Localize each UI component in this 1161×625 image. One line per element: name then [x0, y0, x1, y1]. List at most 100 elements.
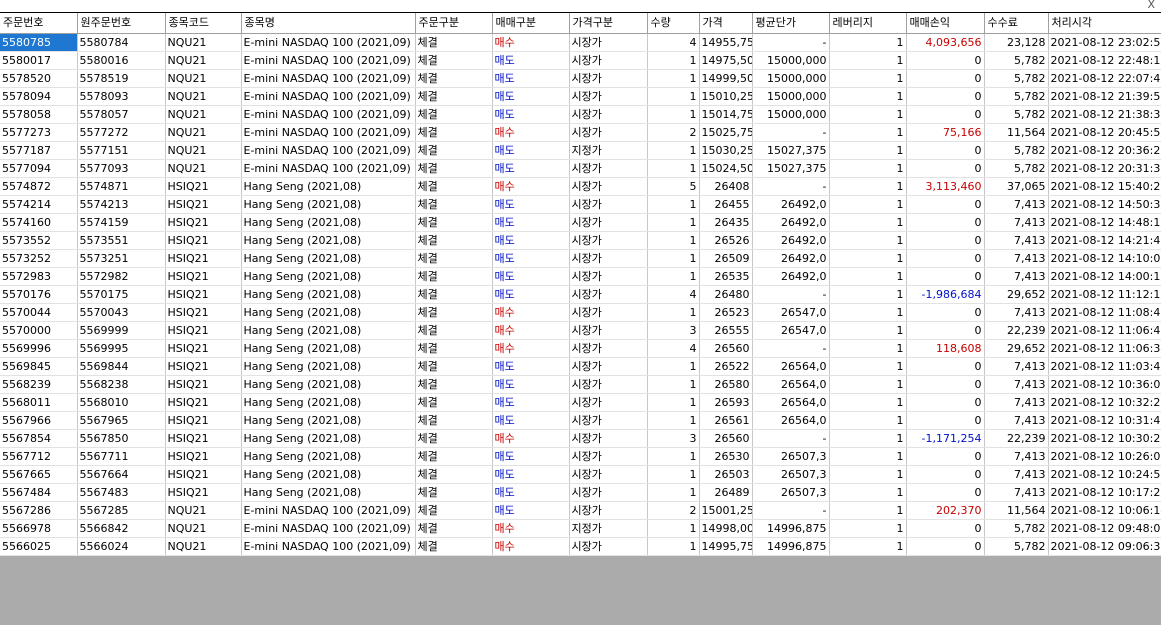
- cell-symbol-code: NQU21: [165, 501, 242, 520]
- cell-symbol-name: E-mini NASDAQ 100 (2021,09): [241, 159, 416, 178]
- table-row[interactable]: 5570176 5570175 HSIQ21 Hang Seng (2021,08) 체…: [0, 285, 1161, 304]
- cell-quantity: 4: [647, 33, 700, 52]
- cell-processed-time: 2021-08-12 20:45:59: [1048, 123, 1161, 142]
- table-row[interactable]: 5566025 5566024 NQU21 E-mini NASDAQ 100 (20…: [0, 537, 1161, 556]
- table-row[interactable]: 5574872 5574871 HSIQ21 Hang Seng (2021,08) 체…: [0, 177, 1161, 196]
- cell-price: 26580: [699, 375, 753, 394]
- cell-price-type: 시장가: [569, 483, 648, 502]
- cell-quantity: 1: [647, 141, 700, 160]
- cell-trade-side: 매도: [492, 393, 570, 412]
- cell-price: 26522: [699, 357, 753, 376]
- cell-trade-pnl: 0: [906, 267, 985, 286]
- cell-symbol-name: Hang Seng (2021,08): [241, 321, 416, 340]
- cell-processed-time: 2021-08-12 21:38:33: [1048, 105, 1161, 124]
- cell-trade-side: 매수: [492, 123, 570, 142]
- cell-orig-order-no: 5567711: [77, 447, 166, 466]
- cell-processed-time: 2021-08-12 10:36:05: [1048, 375, 1161, 394]
- table-row[interactable]: 5574214 5574213 HSIQ21 Hang Seng (2021,08) 체…: [0, 195, 1161, 214]
- table-row[interactable]: 5569996 5569995 HSIQ21 Hang Seng (2021,08) 체…: [0, 339, 1161, 358]
- column-header-price-type[interactable]: 가격구분: [569, 13, 648, 34]
- cell-order-no: 5568011: [0, 393, 78, 412]
- table-row[interactable]: 5573552 5573551 HSIQ21 Hang Seng (2021,08) 체…: [0, 231, 1161, 250]
- table-row[interactable]: 5567712 5567711 HSIQ21 Hang Seng (2021,08) 체…: [0, 447, 1161, 466]
- cell-trade-side: 매도: [492, 141, 570, 160]
- cell-orig-order-no: 5569844: [77, 357, 166, 376]
- table-row[interactable]: 5578094 5578093 NQU21 E-mini NASDAQ 100 (20…: [0, 87, 1161, 106]
- cell-trade-side: 매수: [492, 429, 570, 448]
- table-row[interactable]: 5577273 5577272 NQU21 E-mini NASDAQ 100 (20…: [0, 123, 1161, 142]
- table-row[interactable]: 5572983 5572982 HSIQ21 Hang Seng (2021,08) 체…: [0, 267, 1161, 286]
- table-row[interactable]: 5580785 5580784 NQU21 E-mini NASDAQ 100 (20…: [0, 33, 1161, 52]
- cell-quantity: 1: [647, 105, 700, 124]
- column-header-order-type[interactable]: 주문구분: [415, 13, 493, 34]
- table-row[interactable]: 5573252 5573251 HSIQ21 Hang Seng (2021,08) 체…: [0, 249, 1161, 268]
- column-header-trade-pnl[interactable]: 매매손익: [906, 13, 985, 34]
- column-header-price[interactable]: 가격: [699, 13, 753, 34]
- cell-avg-price: 14996,875: [752, 519, 830, 538]
- table-row[interactable]: 5580017 5580016 NQU21 E-mini NASDAQ 100 (20…: [0, 51, 1161, 70]
- cell-trade-side: 매수: [492, 519, 570, 538]
- cell-order-type: 체결: [415, 537, 493, 556]
- cell-price-type: 시장가: [569, 159, 648, 178]
- cell-price-type: 시장가: [569, 267, 648, 286]
- cell-leverage: 1: [829, 141, 907, 160]
- cell-symbol-code: NQU21: [165, 537, 242, 556]
- table-row[interactable]: 5578058 5578057 NQU21 E-mini NASDAQ 100 (20…: [0, 105, 1161, 124]
- column-header-leverage[interactable]: 레버리지: [829, 13, 907, 34]
- table-row[interactable]: 5577094 5577093 NQU21 E-mini NASDAQ 100 (20…: [0, 159, 1161, 178]
- cell-order-type: 체결: [415, 303, 493, 322]
- table-row[interactable]: 5567484 5567483 HSIQ21 Hang Seng (2021,08) 체…: [0, 483, 1161, 502]
- cell-orig-order-no: 5568010: [77, 393, 166, 412]
- table-row[interactable]: 5567665 5567664 HSIQ21 Hang Seng (2021,08) 체…: [0, 465, 1161, 484]
- column-header-order-no[interactable]: 주문번호: [0, 13, 78, 34]
- table-row[interactable]: 5574160 5574159 HSIQ21 Hang Seng (2021,08) 체…: [0, 213, 1161, 232]
- table-row[interactable]: 5567854 5567850 HSIQ21 Hang Seng (2021,08) 체…: [0, 429, 1161, 448]
- column-header-processed-time[interactable]: 처리시각: [1048, 13, 1161, 34]
- table-row[interactable]: 5568011 5568010 HSIQ21 Hang Seng (2021,08) 체…: [0, 393, 1161, 412]
- cell-order-no: 5568239: [0, 375, 78, 394]
- cell-order-no: 5566025: [0, 537, 78, 556]
- column-header-symbol-code[interactable]: 종목코드: [165, 13, 242, 34]
- cell-orig-order-no: 5577151: [77, 141, 166, 160]
- column-header-commission[interactable]: 수수료: [984, 13, 1049, 34]
- cell-quantity: 1: [647, 51, 700, 70]
- cell-trade-pnl: 0: [906, 87, 985, 106]
- column-header-symbol-name[interactable]: 종목명: [241, 13, 416, 34]
- table-row[interactable]: 5568239 5568238 HSIQ21 Hang Seng (2021,08) 체…: [0, 375, 1161, 394]
- cell-symbol-code: NQU21: [165, 33, 242, 52]
- cell-symbol-name: Hang Seng (2021,08): [241, 267, 416, 286]
- cell-avg-price: 26507,3: [752, 447, 830, 466]
- table-row[interactable]: 5566978 5566842 NQU21 E-mini NASDAQ 100 (20…: [0, 519, 1161, 538]
- table-row[interactable]: 5567286 5567285 NQU21 E-mini NASDAQ 100 (20…: [0, 501, 1161, 520]
- cell-quantity: 1: [647, 411, 700, 430]
- table-row[interactable]: 5567966 5567965 HSIQ21 Hang Seng (2021,08) 체…: [0, 411, 1161, 430]
- table-row[interactable]: 5570000 5569999 HSIQ21 Hang Seng (2021,08) 체…: [0, 321, 1161, 340]
- cell-commission: 5,782: [984, 159, 1049, 178]
- cell-orig-order-no: 5574871: [77, 177, 166, 196]
- cell-commission: 5,782: [984, 87, 1049, 106]
- cell-commission: 22,239: [984, 429, 1049, 448]
- cell-avg-price: 26492,0: [752, 195, 830, 214]
- cell-price: 14998,00: [699, 519, 753, 538]
- table-row[interactable]: 5578520 5578519 NQU21 E-mini NASDAQ 100 (20…: [0, 69, 1161, 88]
- cell-price: 26480: [699, 285, 753, 304]
- column-header-orig-order-no[interactable]: 원주문번호: [77, 13, 166, 34]
- table-row[interactable]: 5570044 5570043 HSIQ21 Hang Seng (2021,08) 체…: [0, 303, 1161, 322]
- column-header-quantity[interactable]: 수량: [647, 13, 700, 34]
- cell-processed-time: 2021-08-12 23:02:57: [1048, 33, 1161, 52]
- cell-symbol-code: NQU21: [165, 105, 242, 124]
- cell-orig-order-no: 5572982: [77, 267, 166, 286]
- title-strip: X: [0, 0, 1161, 12]
- column-header-trade-side[interactable]: 매매구분: [492, 13, 570, 34]
- cell-quantity: 1: [647, 267, 700, 286]
- cell-order-type: 체결: [415, 213, 493, 232]
- cell-price-type: 시장가: [569, 303, 648, 322]
- table-row[interactable]: 5569845 5569844 HSIQ21 Hang Seng (2021,08) 체…: [0, 357, 1161, 376]
- cell-avg-price: 15000,000: [752, 105, 830, 124]
- cell-processed-time: 2021-08-12 11:06:34: [1048, 339, 1161, 358]
- cell-quantity: 1: [647, 375, 700, 394]
- table-row[interactable]: 5577187 5577151 NQU21 E-mini NASDAQ 100 (20…: [0, 141, 1161, 160]
- close-icon[interactable]: X: [1147, 0, 1155, 11]
- column-header-avg-price[interactable]: 평균단가: [752, 13, 830, 34]
- cell-orig-order-no: 5570043: [77, 303, 166, 322]
